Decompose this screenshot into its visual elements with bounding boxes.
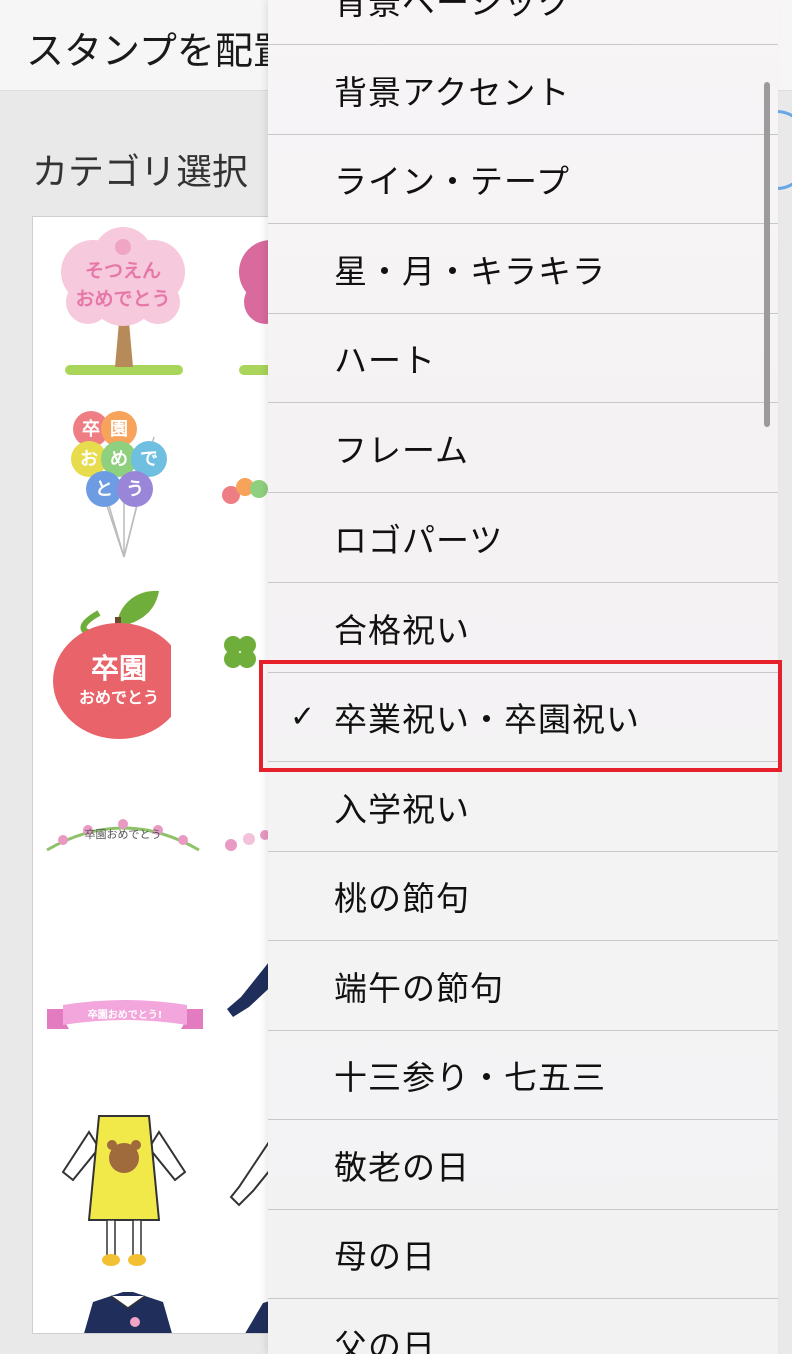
- menu-item-heart[interactable]: ハート: [268, 314, 778, 403]
- menu-item-respect-aged[interactable]: 敬老の日: [268, 1121, 778, 1210]
- page-title: スタンプを配置: [26, 29, 291, 73]
- menu-item-label: 桃の節句: [334, 879, 470, 918]
- menu-item-label: ロゴパーツ: [334, 521, 504, 560]
- balloon-char-1: 卒: [82, 418, 100, 440]
- wreath-text: 卒園おめでとう: [85, 827, 162, 841]
- stamp-balloons[interactable]: 卒 園 お め で と う: [69, 407, 179, 562]
- stamp-graduation-tree[interactable]: そつえん おめでとう: [53, 227, 193, 377]
- stamp-yellow-smock[interactable]: [59, 1112, 189, 1272]
- stamp-flower-wreath[interactable]: 卒園おめでとう: [43, 812, 203, 862]
- menu-item-tango-no-sekku[interactable]: 端午の節句: [268, 942, 778, 1031]
- menu-item-label: 父の日: [334, 1327, 436, 1354]
- menu-item-label: ライン・テープ: [334, 162, 571, 201]
- selected-item-highlight: [259, 660, 782, 772]
- menu-item-frame[interactable]: フレーム: [268, 404, 778, 493]
- menu-item-label: 合格祝い: [334, 611, 470, 650]
- ribbon-text: 卒園おめでとう!: [88, 1008, 163, 1021]
- balloon-char-5: で: [140, 449, 158, 470]
- menu-item-bg-accent[interactable]: 背景アクセント: [268, 46, 778, 135]
- apple-text-1: 卒園: [91, 652, 147, 685]
- menu-item-logo-parts[interactable]: ロゴパーツ: [268, 494, 778, 583]
- menu-item-school-entry[interactable]: 入学祝い: [268, 763, 778, 852]
- stamp-navy-uniform[interactable]: [73, 1292, 183, 1334]
- menu-item-label: 十三参り・七五三: [334, 1058, 606, 1097]
- stamp-tree-text-2: おめでとう: [75, 288, 170, 310]
- menu-item-label: ハート: [334, 341, 436, 380]
- menu-item-fathers-day[interactable]: 父の日: [268, 1300, 778, 1354]
- menu-item-momo-no-sekku[interactable]: 桃の節句: [268, 852, 778, 941]
- apple-text-2: おめでとう: [79, 688, 159, 707]
- balloon-char-3: お: [80, 449, 98, 470]
- menu-item-mothers-day[interactable]: 母の日: [268, 1210, 778, 1299]
- stamp-tree-text-1: そつえん: [85, 260, 161, 282]
- menu-item-label: 星・月・キラキラ: [334, 252, 606, 291]
- balloon-char-2: 園: [110, 419, 128, 440]
- dropdown-scrollbar[interactable]: [764, 82, 770, 427]
- menu-item-label: 端午の節句: [334, 969, 504, 1008]
- balloon-char-6: と: [95, 479, 113, 500]
- menu-item-label: 敬老の日: [334, 1148, 470, 1187]
- stamp-ribbon[interactable]: 卒園おめでとう!: [45, 997, 205, 1037]
- menu-item-label: フレーム: [334, 431, 470, 470]
- menu-item-label: 背景ベーシック: [334, 0, 572, 22]
- menu-item-jusanmairi[interactable]: 十三参り・七五三: [268, 1031, 778, 1120]
- menu-item-bg-basic[interactable]: 背景ベーシック: [268, 0, 778, 45]
- menu-item-star-moon[interactable]: 星・月・キラキラ: [268, 225, 778, 314]
- menu-item-label: 母の日: [334, 1237, 436, 1276]
- balloon-char-4: め: [110, 449, 128, 470]
- menu-item-line-tape[interactable]: ライン・テープ: [268, 135, 778, 224]
- menu-item-label: 背景アクセント: [334, 73, 571, 112]
- balloon-char-7: う: [126, 479, 144, 500]
- menu-item-label: 入学祝い: [334, 790, 470, 829]
- category-select-label: カテゴリ選択: [32, 152, 249, 193]
- stamp-apple[interactable]: 卒園 おめでとう: [51, 583, 171, 743]
